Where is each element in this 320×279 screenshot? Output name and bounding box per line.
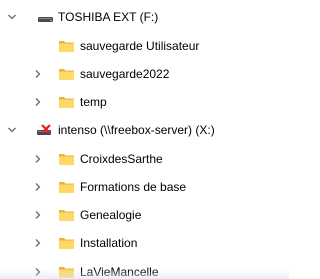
tree-item-folder[interactable]: LaVieMancelle [0, 261, 289, 279]
tree-item-label: TOSHIBA EXT (F:) [58, 10, 159, 24]
chevron-right-icon[interactable] [30, 63, 46, 85]
tree-item-label: Genealogie [80, 208, 142, 222]
navigation-tree: TOSHIBA EXT (F:) sauvegarde Utilisateur … [0, 0, 289, 279]
tree-item-label: CroixdesSarthe [80, 152, 163, 166]
tree-item-intenso-drive[interactable]: intenso (\\freebox-server) (X:) [0, 119, 289, 141]
chevron-right-icon[interactable] [30, 176, 46, 198]
tree-item-label: temp [80, 95, 107, 109]
tree-item-folder[interactable]: sauvegarde2022 [0, 63, 289, 85]
tree-item-label: sauvegarde2022 [80, 67, 170, 81]
chevron-down-icon[interactable] [4, 6, 20, 28]
folder-icon [58, 235, 75, 251]
tree-item-folder[interactable]: sauvegarde Utilisateur [0, 35, 289, 57]
tree-item-label: sauvegarde Utilisateur [80, 39, 200, 53]
tree-item-folder[interactable]: temp [0, 91, 289, 113]
chevron-down-icon[interactable] [4, 119, 20, 141]
network-drive-disconnected-icon [36, 122, 53, 138]
chevron-right-icon[interactable] [30, 148, 46, 170]
chevron-right-icon[interactable] [30, 232, 46, 254]
chevron-right-icon[interactable] [30, 91, 46, 113]
tree-item-label: Formations de base [80, 180, 187, 194]
tree-item-label: Installation [80, 236, 138, 250]
chevron-right-icon[interactable] [30, 261, 46, 279]
tree-item-label: intenso (\\freebox-server) (X:) [58, 123, 215, 137]
folder-icon [58, 66, 75, 82]
tree-item-folder[interactable]: CroixdesSarthe [0, 148, 289, 170]
tree-item-toshiba-drive[interactable]: TOSHIBA EXT (F:) [0, 6, 289, 28]
folder-icon [58, 207, 75, 223]
folder-icon [58, 94, 75, 110]
folder-icon [58, 151, 75, 167]
tree-item-folder[interactable]: Formations de base [0, 176, 289, 198]
usb-drive-icon [37, 9, 54, 25]
folder-icon [58, 179, 75, 195]
tree-item-folder[interactable]: Genealogie [0, 204, 289, 226]
folder-icon [58, 264, 75, 279]
tree-item-label: LaVieMancelle [80, 265, 159, 279]
tree-item-folder[interactable]: Installation [0, 232, 289, 254]
chevron-right-icon[interactable] [30, 204, 46, 226]
folder-icon [58, 38, 75, 54]
